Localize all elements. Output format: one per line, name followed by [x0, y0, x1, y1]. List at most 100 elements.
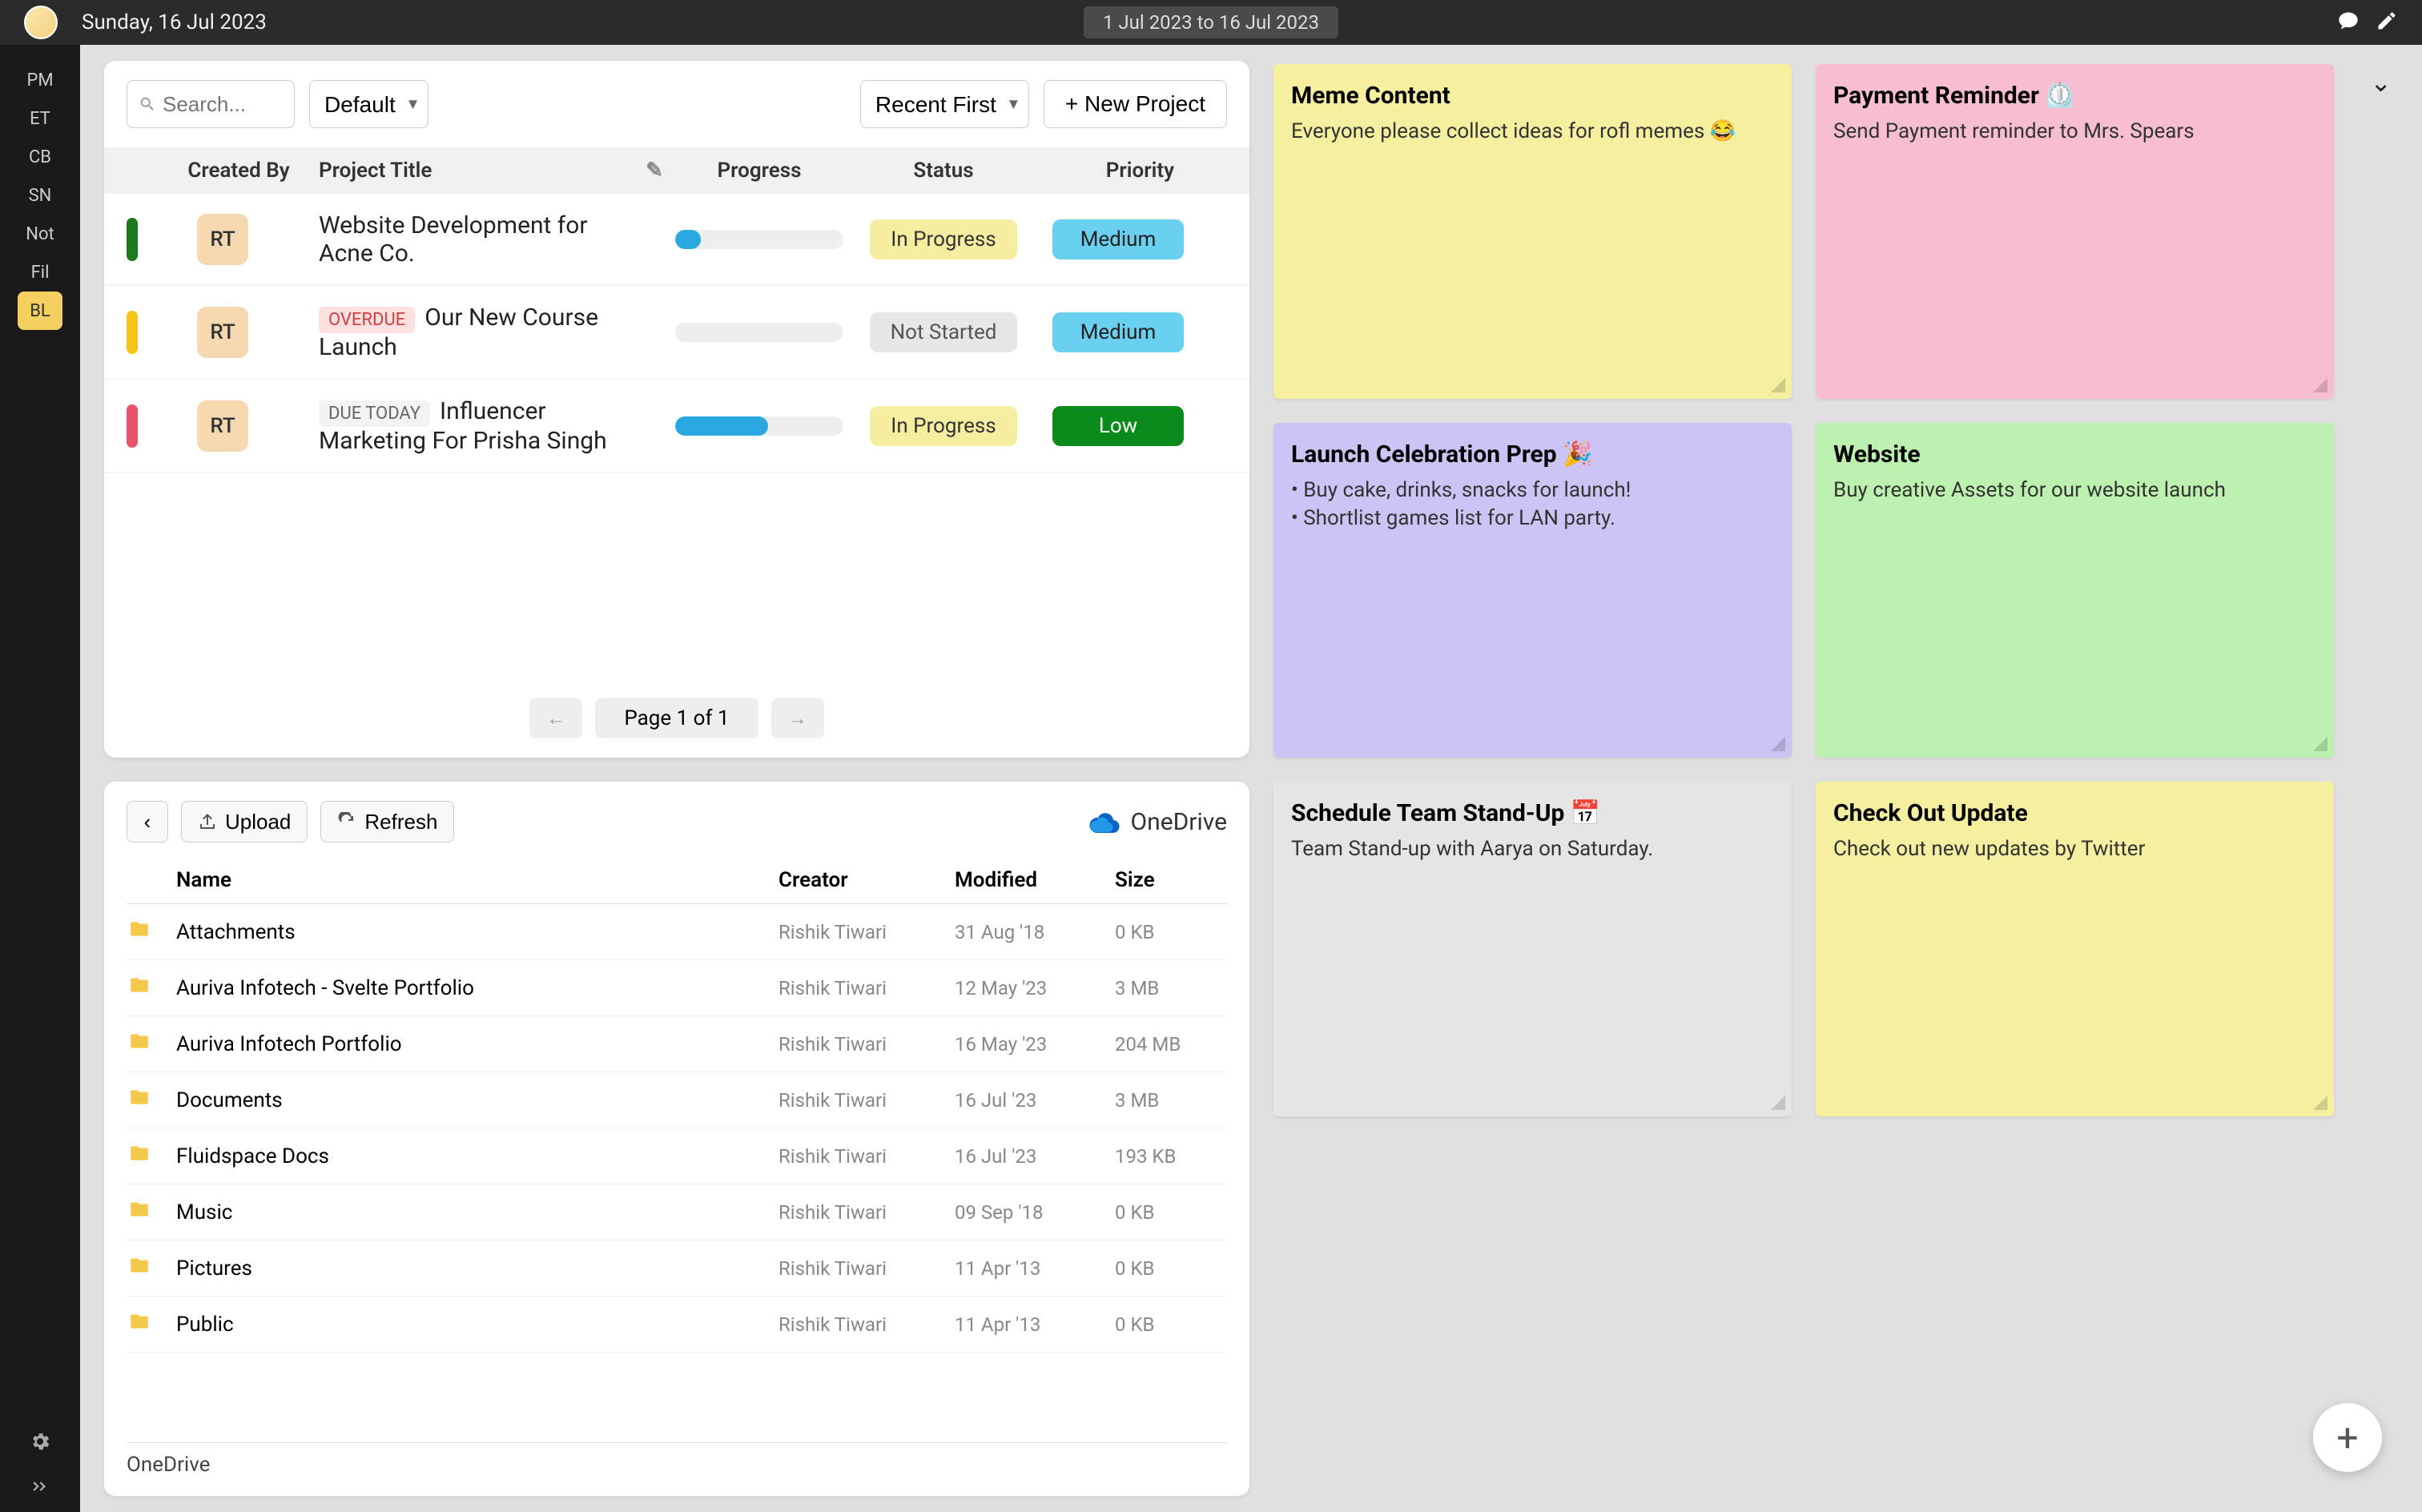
file-creator: Rishik Tiwari	[778, 977, 955, 999]
file-row[interactable]: PublicRishik Tiwari11 Apr '130 KB	[127, 1297, 1227, 1353]
file-name: Auriva Infotech Portfolio	[176, 1032, 778, 1056]
file-row[interactable]: DocumentsRishik Tiwari16 Jul '233 MB	[127, 1072, 1227, 1128]
files-back-button[interactable]: ‹	[127, 801, 168, 842]
settings-icon[interactable]	[24, 1426, 56, 1458]
file-row[interactable]: Auriva Infotech - Svelte PortfolioRishik…	[127, 960, 1227, 1016]
file-modified: 11 Apr '13	[955, 1313, 1115, 1336]
sidebar-item-pm[interactable]: PM	[18, 61, 62, 99]
sidebar-item-sn[interactable]: SN	[18, 176, 62, 215]
priority-indicator	[127, 404, 138, 448]
file-creator: Rishik Tiwari	[778, 1201, 955, 1224]
files-panel: ‹ Upload Refresh OneDrive Name Creator M…	[104, 782, 1249, 1496]
filter-select[interactable]: Default	[309, 80, 428, 128]
folder-icon	[127, 1087, 152, 1108]
edit-icon[interactable]	[2376, 10, 2398, 35]
resize-handle[interactable]	[2311, 1094, 2329, 1112]
col-createdby: Created By	[159, 159, 319, 183]
file-row[interactable]: Fluidspace DocsRishik Tiwari16 Jul '2319…	[127, 1128, 1227, 1184]
project-title: Website Development for Acne Co.	[319, 211, 663, 267]
project-row[interactable]: RT Website Development for Acne Co. In Pro…	[104, 194, 1249, 286]
priority-badge: Medium	[1052, 312, 1184, 352]
folder-icon	[127, 1311, 152, 1332]
storage-provider-label: OneDrive	[1088, 808, 1227, 836]
file-modified: 11 Apr '13	[955, 1257, 1115, 1280]
priority-badge: Medium	[1052, 219, 1184, 259]
sticky-note[interactable]: WebsiteBuy creative Assets for our websi…	[1816, 423, 2334, 758]
expand-sidebar-icon[interactable]	[24, 1470, 56, 1502]
creator-avatar: RT	[197, 400, 248, 452]
col-status: Status	[855, 159, 1032, 183]
file-name: Public	[176, 1313, 778, 1337]
new-project-button[interactable]: + New Project	[1044, 80, 1227, 128]
files-breadcrumb[interactable]: OneDrive	[127, 1442, 1227, 1477]
sidebar-item-not[interactable]: Not	[18, 215, 62, 253]
col-title: Project Title	[319, 159, 432, 183]
fcol-name: Name	[176, 868, 778, 892]
note-body: Send Payment reminder to Mrs. Spears	[1833, 118, 2316, 146]
priority-indicator	[127, 311, 138, 354]
sidebar-item-et[interactable]: ET	[18, 99, 62, 138]
file-modified: 31 Aug '18	[955, 921, 1115, 943]
sticky-note[interactable]: Launch Celebration Prep 🎉• Buy cake, dri…	[1273, 423, 1792, 758]
edit-columns-icon[interactable]: ✎	[646, 159, 663, 183]
col-priority: Priority	[1032, 159, 1184, 183]
priority-badge: Low	[1052, 406, 1184, 446]
file-creator: Rishik Tiwari	[778, 1145, 955, 1168]
file-row[interactable]: Auriva Infotech PortfolioRishik Tiwari16…	[127, 1016, 1227, 1072]
sidebar-item-cb[interactable]: CB	[18, 138, 62, 176]
file-row[interactable]: AttachmentsRishik Tiwari31 Aug '180 KB	[127, 904, 1227, 960]
file-modified: 16 Jul '23	[955, 1089, 1115, 1112]
file-size: 193 KB	[1115, 1145, 1227, 1168]
file-modified: 09 Sep '18	[955, 1201, 1115, 1224]
projects-panel: Default Recent First + New Project Creat…	[104, 61, 1249, 758]
file-size: 3 MB	[1115, 977, 1227, 999]
sidebar: PMETCBSNNotFilBL	[0, 45, 80, 1512]
status-badge: In Progress	[870, 219, 1016, 259]
page-prev-button[interactable]: ←	[529, 698, 582, 738]
file-creator: Rishik Tiwari	[778, 921, 955, 943]
page-next-button[interactable]: →	[771, 698, 824, 738]
project-row[interactable]: RTOVERDUEOur New Course LaunchNot Starte…	[104, 286, 1249, 380]
note-title: Payment Reminder ⏲️	[1833, 82, 2316, 110]
sidebar-item-bl[interactable]: BL	[18, 292, 62, 330]
note-title: Schedule Team Stand-Up 📅	[1291, 799, 1774, 827]
page-label: Page 1 of 1	[595, 698, 758, 738]
resize-handle[interactable]	[1769, 376, 1787, 394]
file-creator: Rishik Tiwari	[778, 1089, 955, 1112]
search-input[interactable]	[163, 92, 275, 117]
resize-handle[interactable]	[2311, 735, 2329, 753]
progress-cell	[663, 416, 855, 436]
add-note-button[interactable]: +	[2313, 1403, 2382, 1472]
file-creator: Rishik Tiwari	[778, 1033, 955, 1056]
folder-icon	[127, 919, 152, 939]
chat-icon[interactable]	[2337, 10, 2360, 35]
file-size: 0 KB	[1115, 1201, 1227, 1224]
sort-select[interactable]: Recent First	[860, 80, 1029, 128]
file-creator: Rishik Tiwari	[778, 1257, 955, 1280]
resize-handle[interactable]	[2311, 376, 2329, 394]
resize-handle[interactable]	[1769, 735, 1787, 753]
resize-handle[interactable]	[1769, 1094, 1787, 1112]
sticky-note[interactable]: Schedule Team Stand-Up 📅Team Stand-up wi…	[1273, 782, 1792, 1116]
sticky-note[interactable]: Payment Reminder ⏲️ Send Payment reminder…	[1816, 64, 2334, 399]
project-row[interactable]: RTDUE TODAYInfluencer Marketing For Pris…	[104, 380, 1249, 473]
date-range-selector[interactable]: 1 Jul 2023 to 16 Jul 2023	[1084, 6, 1338, 38]
file-size: 3 MB	[1115, 1089, 1227, 1112]
cloud-icon	[1088, 810, 1120, 834]
upload-icon	[198, 812, 217, 831]
sticky-note[interactable]: Meme ContentEveryone please collect idea…	[1273, 64, 1792, 399]
files-table-header: Name Creator Modified Size	[127, 857, 1227, 904]
refresh-button[interactable]: Refresh	[320, 801, 454, 842]
note-body: • Buy cake, drinks, snacks for launch!• …	[1291, 477, 1774, 533]
creator-avatar: RT	[197, 214, 248, 265]
project-search[interactable]	[127, 80, 295, 128]
status-badge: In Progress	[870, 406, 1016, 446]
user-avatar[interactable]	[24, 6, 58, 39]
file-row[interactable]: MusicRishik Tiwari09 Sep '180 KB	[127, 1184, 1227, 1241]
sidebar-item-fil[interactable]: Fil	[18, 253, 62, 292]
upload-button[interactable]: Upload	[181, 801, 308, 842]
sticky-note[interactable]: Check Out UpdateCheck out new updates by…	[1816, 782, 2334, 1116]
file-creator: Rishik Tiwari	[778, 1313, 955, 1336]
collapse-notes-icon[interactable]: ⌄	[2370, 67, 2392, 98]
file-row[interactable]: PicturesRishik Tiwari11 Apr '130 KB	[127, 1241, 1227, 1297]
